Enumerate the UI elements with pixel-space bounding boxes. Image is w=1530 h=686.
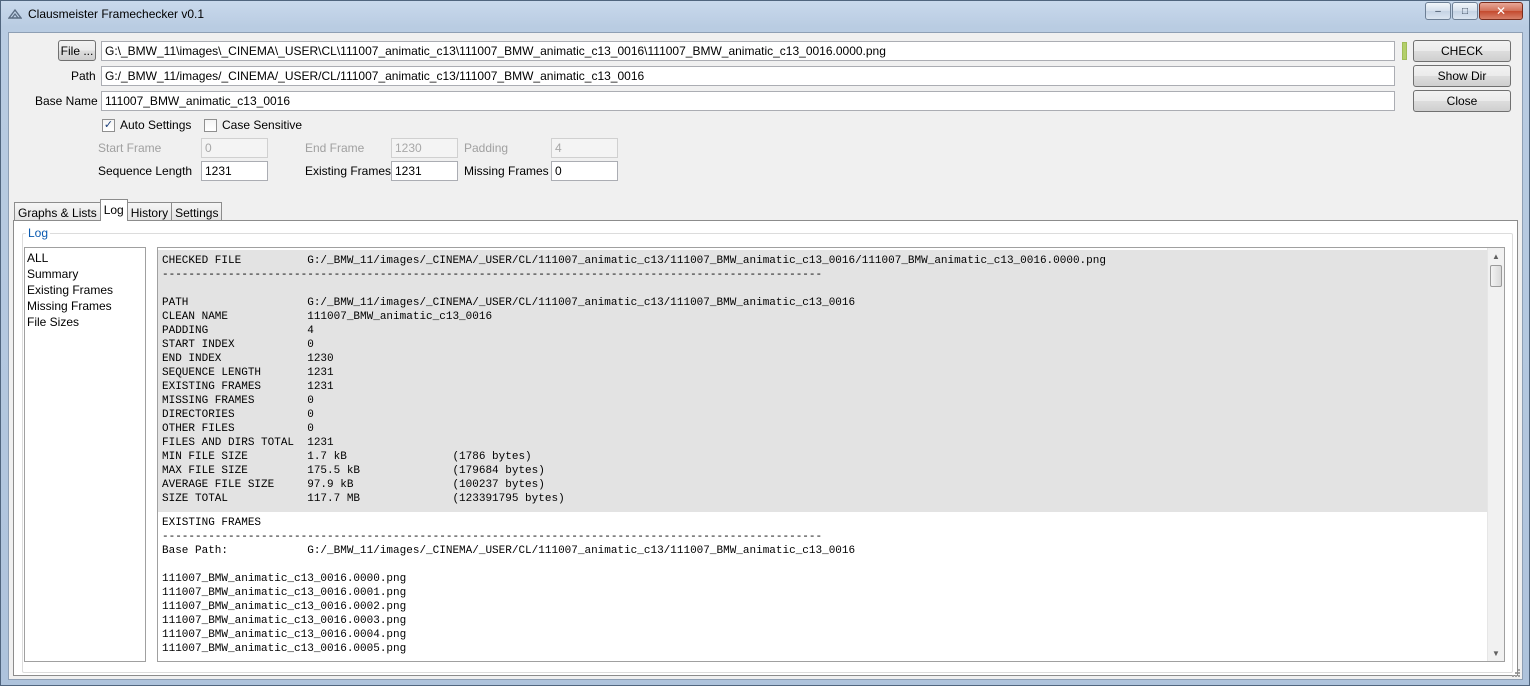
log-line: MISSING FRAMES 0 <box>158 394 1488 408</box>
base-name-label: Base Name <box>35 94 98 108</box>
log-line: CLEAN NAME 111007_BMW_animatic_c13_0016 <box>158 310 1488 324</box>
case-sensitive-label: Case Sensitive <box>222 118 303 132</box>
summary-block: CHECKED FILE G:/_BMW_11/images/_CINEMA/_… <box>158 254 1488 506</box>
log-line: SIZE TOTAL 117.7 MB (123391795 bytes) <box>158 492 1488 506</box>
log-text-area[interactable]: CHECKED FILE G:/_BMW_11/images/_CINEMA/_… <box>157 247 1505 662</box>
tab-history[interactable]: History <box>126 202 173 221</box>
log-line <box>158 282 1488 296</box>
end-frame-label: End Frame <box>305 141 365 155</box>
missing-frames-field[interactable]: 0 <box>551 161 618 181</box>
window-controls: – □ ✕ <box>1424 2 1523 21</box>
scroll-thumb[interactable] <box>1490 265 1502 287</box>
log-line: 111007_BMW_animatic_c13_0016.0000.png <box>162 573 407 585</box>
log-line: PADDING 4 <box>158 324 1488 338</box>
client-area: File ... G:\_BMW_11\images\_CINEMA\_USER… <box>8 32 1523 680</box>
maximize-button[interactable]: □ <box>1452 2 1478 20</box>
log-line: 111007_BMW_animatic_c13_0016.0002.png <box>162 601 407 613</box>
category-item-existing-frames[interactable]: Existing Frames <box>25 282 145 298</box>
category-item-summary[interactable]: Summary <box>25 266 145 282</box>
auto-settings-label: Auto Settings <box>120 118 192 132</box>
scroll-down-icon[interactable]: ▼ <box>1488 645 1504 661</box>
check-button[interactable]: CHECK <box>1413 40 1511 62</box>
log-tab-panel: Log ALL Summary Existing Frames Missing … <box>13 220 1518 676</box>
scroll-up-icon[interactable]: ▲ <box>1488 248 1504 264</box>
resize-grip-icon[interactable] <box>1510 667 1520 677</box>
show-dir-button[interactable]: Show Dir <box>1413 65 1511 87</box>
app-icon <box>8 8 22 19</box>
log-line: START INDEX 0 <box>158 338 1488 352</box>
tab-settings[interactable]: Settings <box>171 202 223 221</box>
log-line: 111007_BMW_animatic_c13_0016.0001.png <box>162 587 407 599</box>
case-sensitive-checkbox[interactable] <box>204 119 217 132</box>
missing-frames-label: Missing Frames <box>464 164 549 178</box>
log-scrollbar[interactable]: ▲ ▼ <box>1487 248 1504 661</box>
sequence-length-label: Sequence Length <box>98 164 193 178</box>
status-indicator <box>1402 42 1407 60</box>
log-line: END INDEX 1230 <box>158 352 1488 366</box>
close-icon: ✕ <box>1495 4 1507 18</box>
log-line: 111007_BMW_animatic_c13_0016.0003.png <box>162 615 407 627</box>
start-frame-field: 0 <box>201 138 268 158</box>
log-line: EXISTING FRAMES <box>162 517 262 529</box>
existing-frames-block: EXISTING FRAMES -------------------------… <box>158 516 1488 656</box>
main-window: Clausmeister Framechecker v0.1 – □ ✕ Fil… <box>0 0 1530 686</box>
base-name-field[interactable]: 111007_BMW_animatic_c13_0016 <box>101 91 1395 111</box>
close-window-button[interactable]: ✕ <box>1479 2 1523 20</box>
log-line: CHECKED FILE G:/_BMW_11/images/_CINEMA/_… <box>158 254 1488 268</box>
file-browse-button[interactable]: File ... <box>58 40 96 61</box>
log-content: CHECKED FILE G:/_BMW_11/images/_CINEMA/_… <box>158 250 1488 656</box>
close-button-label: Close <box>1446 94 1478 108</box>
end-frame-field: 1230 <box>391 138 458 158</box>
category-item-all[interactable]: ALL <box>25 250 145 266</box>
start-frame-label: Start Frame <box>98 141 162 155</box>
log-line: AVERAGE FILE SIZE 97.9 kB (100237 bytes) <box>158 478 1488 492</box>
log-line: SEQUENCE LENGTH 1231 <box>158 366 1488 380</box>
log-line: MAX FILE SIZE 175.5 kB (179684 bytes) <box>158 464 1488 478</box>
path-field[interactable]: G:/_BMW_11/images/_CINEMA/_USER/CL/11100… <box>101 66 1395 86</box>
log-line: ----------------------------------------… <box>158 268 1488 282</box>
window-title: Clausmeister Framechecker v0.1 <box>28 7 205 21</box>
log-line: ----------------------------------------… <box>162 531 823 543</box>
log-line: 111007_BMW_animatic_c13_0016.0004.png <box>162 629 407 641</box>
close-button[interactable]: Close <box>1413 90 1511 112</box>
log-line: 111007_BMW_animatic_c13_0016.0005.png <box>162 643 407 655</box>
padding-label: Padding <box>464 141 509 155</box>
file-path-field[interactable]: G:\_BMW_11\images\_CINEMA\_USER\CL\11100… <box>101 41 1395 61</box>
category-item-file-sizes[interactable]: File Sizes <box>25 314 145 330</box>
padding-field: 4 <box>551 138 618 158</box>
existing-frames-field[interactable]: 1231 <box>391 161 458 181</box>
title-bar[interactable]: Clausmeister Framechecker v0.1 – □ ✕ <box>1 1 1529 28</box>
maximize-icon: □ <box>1461 5 1469 17</box>
check-button-label: CHECK <box>1440 44 1483 58</box>
log-line: MIN FILE SIZE 1.7 kB (1786 bytes) <box>158 450 1488 464</box>
tab-graphs-lists[interactable]: Graphs & Lists <box>14 202 101 221</box>
auto-settings-checkbox[interactable]: ✓ <box>102 119 115 132</box>
minimize-icon: – <box>1435 5 1441 17</box>
log-line: FILES AND DIRS TOTAL 1231 <box>158 436 1488 450</box>
file-browse-label: File ... <box>60 43 94 58</box>
existing-frames-label: Existing Frames <box>305 164 392 178</box>
path-label: Path <box>71 69 96 83</box>
log-line: Base Path: G:/_BMW_11/images/_CINEMA/_US… <box>162 545 856 557</box>
log-line: EXISTING FRAMES 1231 <box>158 380 1488 394</box>
tab-log[interactable]: Log <box>99 199 128 221</box>
category-item-missing-frames[interactable]: Missing Frames <box>25 298 145 314</box>
log-line: OTHER FILES 0 <box>158 422 1488 436</box>
log-group-title: Log <box>26 226 51 240</box>
log-line: DIRECTORIES 0 <box>158 408 1488 422</box>
sequence-length-field[interactable]: 1231 <box>201 161 268 181</box>
tab-bar: Graphs & Lists Log History Settings <box>14 199 223 221</box>
checkmark-icon: ✓ <box>103 119 114 131</box>
log-line: PATH G:/_BMW_11/images/_CINEMA/_USER/CL/… <box>158 296 1488 310</box>
minimize-button[interactable]: – <box>1425 2 1451 20</box>
log-category-list[interactable]: ALL Summary Existing Frames Missing Fram… <box>24 247 146 662</box>
show-dir-label: Show Dir <box>1437 69 1487 83</box>
